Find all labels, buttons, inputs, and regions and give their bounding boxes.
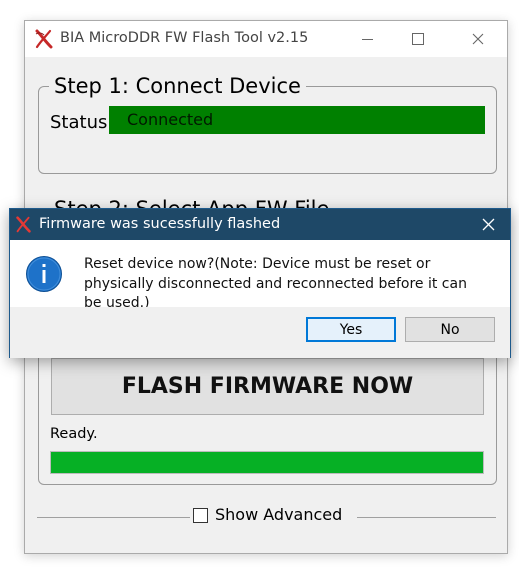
close-icon [472,33,484,45]
show-advanced-checkbox[interactable] [193,508,208,523]
close-button[interactable] [455,21,501,57]
show-advanced-label[interactable]: Show Advanced [215,505,342,524]
maximize-icon [412,33,424,45]
close-icon [482,218,494,231]
message-dialog: Firmware was sucessfully flashed Reset d… [9,208,511,358]
no-button[interactable]: No [405,317,495,342]
divider-left [37,517,190,518]
dialog-titlebar[interactable]: Firmware was sucessfully flashed [10,209,510,240]
dialog-message: Reset device now?(Note: Device must be r… [84,256,467,311]
info-icon [26,256,62,292]
dialog-title: Firmware was sucessfully flashed [39,216,281,232]
status-label: Status [50,112,108,133]
progress-fill [51,452,483,473]
progress-status-text: Ready. [50,426,98,442]
status-indicator: Connected [109,106,485,134]
dialog-app-logo-icon [16,216,31,233]
app-logo-icon [35,29,53,49]
flash-firmware-button[interactable]: FLASH FIRMWARE NOW [51,358,484,415]
flash-progress-bar [50,451,484,474]
step1-group: Step 1: Connect Device Status Connected [38,74,497,174]
maximize-button[interactable] [395,21,441,57]
dialog-footer: Yes No [10,307,510,358]
window-title: BIA MicroDDR FW Flash Tool v2.15 [60,30,309,46]
dialog-close-button[interactable] [466,209,510,240]
minimize-button[interactable] [344,21,390,57]
yes-button[interactable]: Yes [306,317,396,342]
minimize-icon [361,38,373,40]
step1-legend: Step 1: Connect Device [49,74,306,98]
main-titlebar[interactable]: BIA MicroDDR FW Flash Tool v2.15 [25,21,507,57]
show-advanced-row: Show Advanced [37,504,496,532]
divider-right [357,517,496,518]
